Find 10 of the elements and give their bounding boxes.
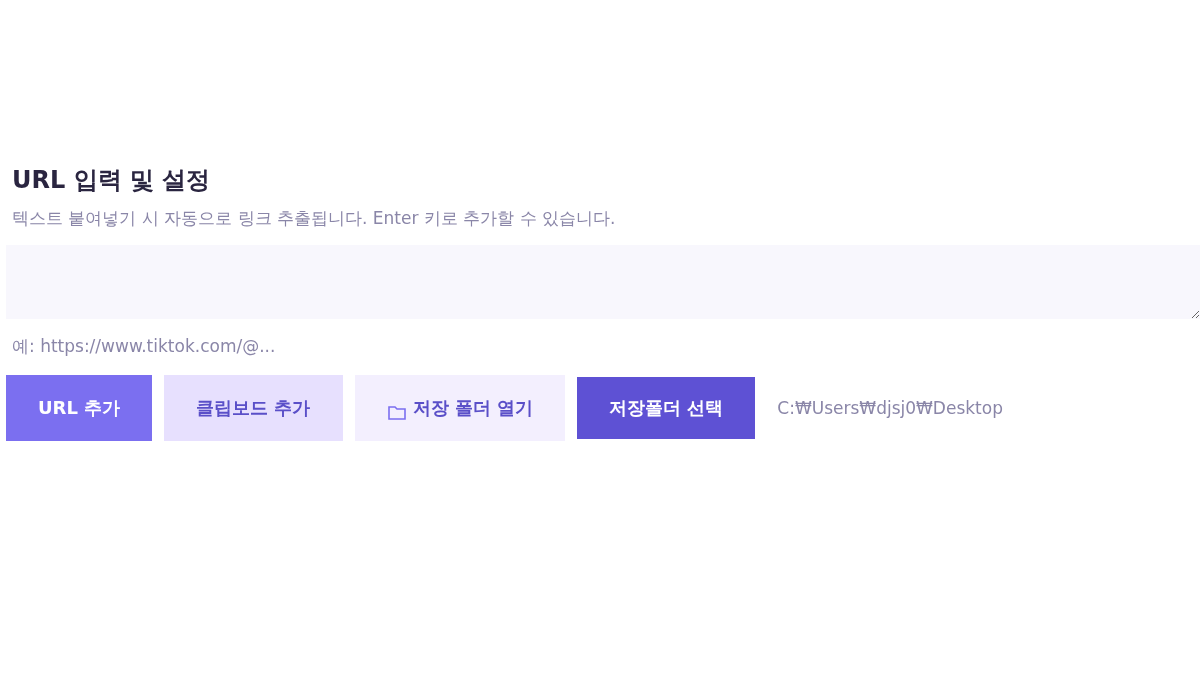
section-title: URL 입력 및 설정 — [12, 165, 212, 196]
folder-icon — [386, 403, 407, 421]
action-button[interactable]: URL 추가 — [6, 375, 153, 441]
section-description: 텍스트 붙여넣기 시 자동으로 링크 추출됩니다. Enter 키로 추가할 수 있습니다. — [12, 207, 617, 230]
url-example-hint: 예: https://www.tiktok.com/@... — [12, 335, 277, 358]
save-path: C:₩Users₩djsj0₩Desktop — [777, 398, 1003, 418]
action-button[interactable]: 클립보드 추가 — [164, 375, 343, 441]
open-folder-button[interactable]: 저장 폴더 열기 — [354, 375, 566, 441]
url-input-field[interactable] — [6, 245, 1200, 319]
action-button[interactable]: 저장폴더 선택 — [577, 377, 756, 439]
